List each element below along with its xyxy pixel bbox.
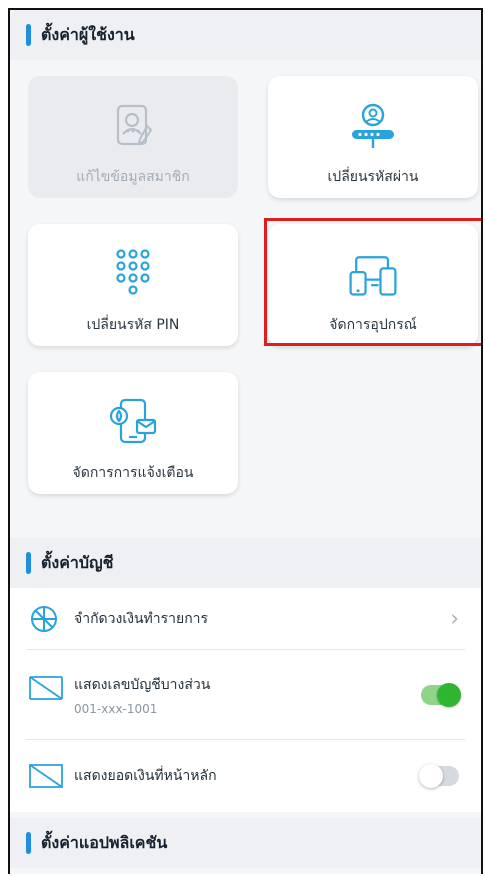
show-partial-text-block: แสดงเลขบัญชีบางส่วน 001-xxx-1001 (74, 674, 210, 716)
member-profile-icon (105, 98, 161, 154)
account-card-icon (28, 672, 64, 704)
limit-label: จำกัดวงเงินทำรายการ (74, 611, 209, 627)
edit-member-label: แก้ไขข้อมูลสมาชิก (76, 169, 190, 185)
settings-screen: ตั้งค่าผู้ใช้งาน แก้ไขข้อมูลสมาชิก เปลี่… (8, 8, 483, 874)
show-partial-label: แสดงเลขบัญชีบางส่วน (74, 677, 211, 693)
show-balance-label: แสดงยอดเงินที่หน้าหลัก (74, 768, 217, 784)
section-title: ตั้งค่าบัญชี (41, 552, 114, 572)
toggle-knob (419, 764, 443, 788)
change-password-card[interactable]: เปลี่ยนรหัสผ่าน (268, 76, 478, 198)
manage-notifications-label: จัดการการแจ้งเตือน (72, 465, 194, 481)
section-title: ตั้งค่าแอปพลิเคชัน (41, 832, 168, 852)
change-password-label: เปลี่ยนรหัสผ่าน (327, 169, 419, 185)
chevron-right-icon: › (450, 606, 459, 632)
manage-notifications-card[interactable]: จัดการการแจ้งเตือน (28, 372, 238, 494)
show-partial-account-row: แสดงเลขบัญชีบางส่วน 001-xxx-1001 (10, 650, 481, 740)
section-title: ตั้งค่าผู้ใช้งาน (41, 24, 135, 44)
notification-phone-icon (105, 394, 161, 450)
show-partial-toggle[interactable] (421, 683, 461, 707)
show-balance-toggle[interactable] (419, 764, 459, 788)
account-card-icon (28, 760, 64, 792)
user-password-icon (345, 98, 401, 154)
manage-devices-highlight-box (264, 218, 481, 346)
pin-keypad-icon (105, 246, 161, 302)
section-accent-bar (26, 24, 31, 46)
toggle-knob (437, 683, 461, 707)
section-header-account-settings: ตั้งค่าบัญชี (10, 538, 481, 588)
limit-row[interactable]: จำกัดวงเงินทำรายการ › (10, 588, 481, 650)
edit-member-card: แก้ไขข้อมูลสมาชิก (28, 76, 238, 198)
section-accent-bar (26, 552, 31, 574)
section-accent-bar (26, 832, 31, 854)
account-number-masked: 001-xxx-1001 (74, 702, 158, 716)
change-pin-label: เปลี่ยนรหัส PIN (86, 317, 180, 333)
limit-pie-icon (28, 603, 64, 635)
section-header-app-settings: ตั้งค่าแอปพลิเคชัน (10, 818, 481, 868)
change-pin-card[interactable]: เปลี่ยนรหัส PIN (28, 224, 238, 346)
show-balance-row: แสดงยอดเงินที่หน้าหลัก (10, 740, 481, 812)
section-header-user-settings: ตั้งค่าผู้ใช้งาน (10, 10, 481, 60)
